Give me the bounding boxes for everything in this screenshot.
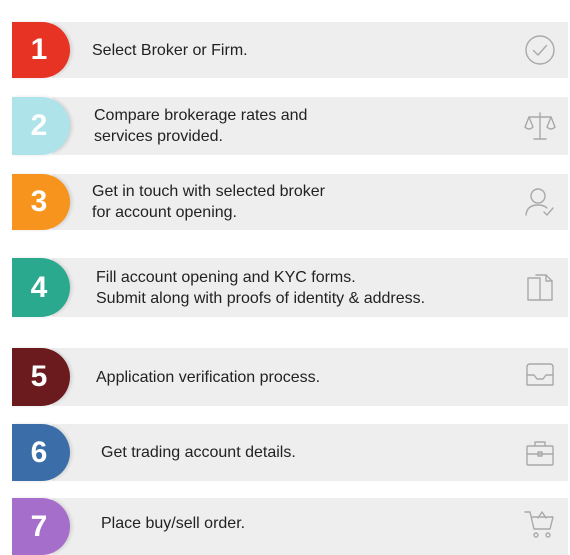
step-6: 6 Get trading account details. [12,424,568,481]
step-number: 3 [30,185,48,218]
inbox-icon [522,357,558,393]
step-number-badge: 6 [12,424,70,481]
step-number-badge: 7 [12,498,70,555]
step-1: 1 Select Broker or Firm. [12,22,568,78]
step-5: 5 Application verification process. [12,348,568,406]
step-number: 2 [30,109,48,142]
step-number-badge: 1 [12,22,70,78]
step-number: 7 [30,509,48,543]
step-number: 4 [30,270,48,304]
step-text: Get trading account details. [101,444,296,461]
briefcase-icon [522,435,558,471]
step-text: Application verification process. [96,368,321,386]
cart-icon [522,506,558,542]
step-text: Fill account opening and KYC forms. Subm… [96,268,426,307]
step-7: 7 Place buy/sell order. [12,498,568,555]
check-circle-icon [522,32,558,68]
user-check-icon [522,184,558,220]
step-number-badge: 5 [12,348,70,406]
step-text: Place buy/sell order. [101,515,246,532]
step-number: 1 [30,33,48,66]
step-number-badge: 2 [12,97,70,155]
step-2: 2 Compare brokerage rates and services p… [12,97,568,155]
step-4: 4 Fill account opening and KYC forms. Su… [12,258,568,317]
step-3: 3 Get in touch with selected broker for … [12,174,568,230]
step-number-badge: 4 [12,258,70,317]
step-number-badge: 3 [12,174,70,230]
documents-icon [522,270,558,306]
step-number: 6 [30,435,48,469]
step-text: Compare brokerage rates and services pro… [94,107,308,145]
step-number: 5 [30,360,48,393]
step-text: Select Broker or Firm. [92,41,248,59]
step-text: Get in touch with selected broker for ac… [92,183,326,221]
scales-icon [522,108,558,144]
